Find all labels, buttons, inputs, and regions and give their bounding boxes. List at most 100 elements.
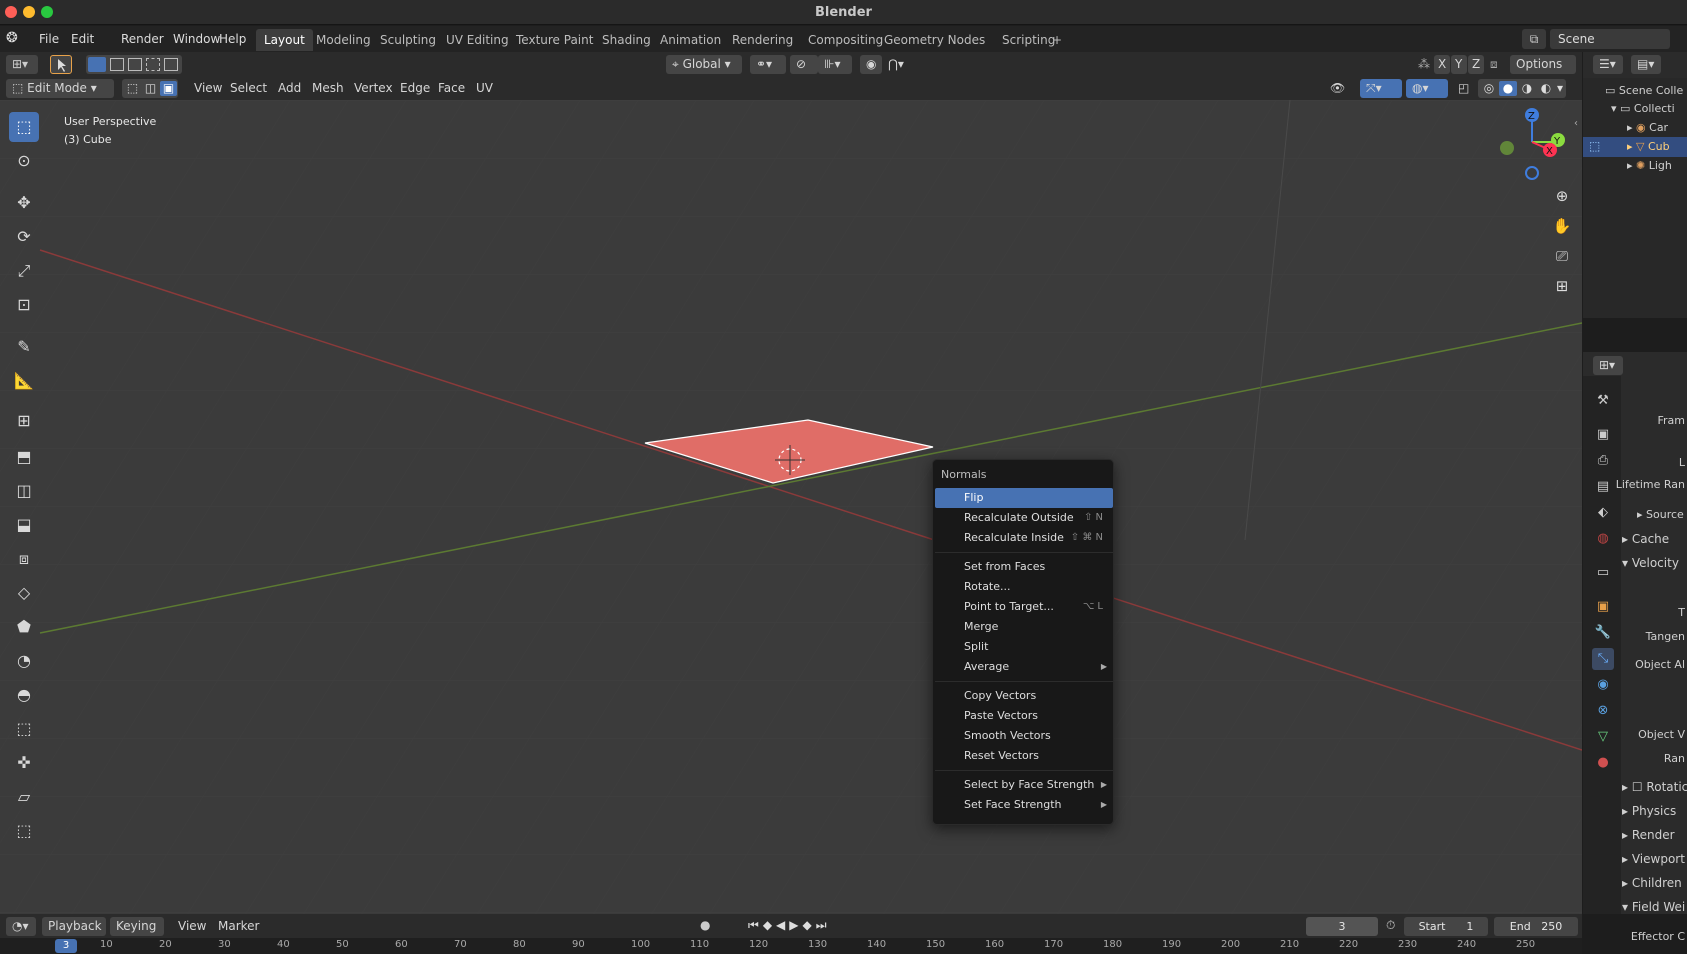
current-frame-field[interactable]: 3 [1306,917,1378,936]
bevel-tool-icon[interactable]: ⬓ [9,510,39,540]
prop-physics[interactable]: ▸ Physics [1622,804,1676,818]
menu-item-flip[interactable]: Flip [935,488,1113,508]
record-icon[interactable]: ● [700,918,714,934]
play-reverse-icon[interactable]: ◀ [776,918,789,932]
playhead[interactable]: 3 [55,939,77,953]
butterfly-icon[interactable]: ⁂ [1418,55,1432,74]
menu-mesh[interactable]: Mesh [306,79,350,98]
select-new-icon[interactable] [88,57,106,72]
menu-edit[interactable]: Edit [66,29,99,49]
menu-edge[interactable]: Edge [394,79,436,98]
menu-playback[interactable]: Playback ▾ [42,917,106,952]
menu-item-recalculate-outside[interactable]: Recalculate Outside ⇧ N [935,508,1113,528]
overlays-toggle-icon[interactable]: ◍▾ [1406,79,1448,98]
menu-item-point-to-target[interactable]: Point to Target... ⌥ L [935,597,1113,617]
scale-tool-icon[interactable]: ⤢ [9,256,39,286]
visibility-dropdown[interactable]: 👁▾ [1324,79,1356,114]
xray-toggle-icon[interactable]: ◰ [1452,79,1474,98]
knife-tool-icon[interactable]: ◇ [9,578,39,608]
menu-item-smooth-vectors[interactable]: Smooth Vectors [935,726,1113,746]
collection-item[interactable]: ▾ ▭ Collecti [1611,102,1675,115]
menu-item-average[interactable]: Average ▶ [935,657,1113,677]
smooth-tool-icon[interactable]: ◓ [9,680,39,710]
shear-tool-icon[interactable]: ▱ [9,782,39,812]
data-tab-icon[interactable]: ▽ [1592,726,1614,748]
menu-render[interactable]: Render [116,29,169,49]
transform-tool-icon[interactable]: ⊡ [9,290,39,320]
rip-tool-icon[interactable]: ⬚ [9,816,39,846]
output-tab-icon[interactable]: ⎙ [1592,450,1614,472]
tab-texture-paint[interactable]: Texture Paint [508,29,601,51]
selection-mode-group[interactable] [86,55,182,74]
pan-hand-icon[interactable]: ✋ [1550,214,1574,238]
timer-icon[interactable]: ⏱ [1386,918,1402,934]
select-subtract-icon[interactable] [128,58,142,71]
world-tab-icon[interactable]: ◍ [1592,528,1614,550]
menu-item-reset-vectors[interactable]: Reset Vectors [935,746,1113,766]
transform-orientation-dropdown[interactable]: ⌖ Global ▾ [666,55,742,74]
next-keyframe-icon[interactable]: ◆ [803,918,816,932]
select-invert-icon[interactable] [146,58,160,71]
gizmo-toggle-icon[interactable]: ⤧▾ [1360,79,1402,98]
zoom-icon[interactable]: ⊕ [1550,184,1574,208]
menu-item-paste-vectors[interactable]: Paste Vectors [935,706,1113,726]
snap-toggle-icon[interactable]: ⊘ [790,55,818,74]
menu-item-select-by-face-strength[interactable]: Select by Face Strength ▶ [935,775,1113,795]
measure-tool-icon[interactable]: 📐 [9,366,39,396]
mirror-x-toggle[interactable]: X [1434,55,1450,74]
outliner-display-mode-icon[interactable]: ▤▾ [1631,55,1661,74]
menu-uv[interactable]: UV [470,79,499,98]
select-tool-icon[interactable] [50,55,72,74]
inset-tool-icon[interactable]: ◫ [9,476,39,506]
mirror-y-toggle[interactable]: Y [1451,55,1467,74]
prev-keyframe-icon[interactable]: ◆ [763,918,776,932]
sidebar-toggle-icon[interactable]: ‹ [1574,118,1582,132]
prop-viewport[interactable]: ▸ Viewport [1622,852,1685,866]
face-select-icon[interactable]: ▣ [160,81,177,96]
menu-select[interactable]: Select [224,79,273,98]
cube-item[interactable]: ▸ ▽ Cub [1627,140,1670,153]
select-intersect-icon[interactable] [164,58,178,71]
add-cube-tool-icon[interactable]: ⊞ [9,406,39,436]
wireframe-shading-icon[interactable]: ◎ [1480,81,1498,96]
solid-shading-icon[interactable]: ● [1499,81,1517,96]
proportional-edit-icon[interactable]: ◉ [860,55,882,74]
tab-animation[interactable]: Animation [652,29,729,51]
tab-sculpting[interactable]: Sculpting [372,29,444,51]
material-tab-icon[interactable]: ● [1592,752,1614,774]
options-dropdown[interactable]: Options ▾ [1510,55,1576,90]
move-tool-icon[interactable]: ✥ [9,188,39,218]
collection-tab-icon[interactable]: ▭ [1592,562,1614,584]
menu-file[interactable]: File [34,29,64,49]
3d-viewport[interactable]: Z Y X ⊕ ✋ ⎚ ⊞ ‹ [0,100,1582,914]
start-frame-field[interactable]: Start 1 [1404,917,1488,936]
edit-mode-indicator-icon[interactable]: ⬚ [1589,139,1603,155]
vertex-select-icon[interactable]: ⬚ [124,81,141,96]
menu-item-rotate[interactable]: Rotate... [935,577,1113,597]
camera-item[interactable]: ▸ ◉ Car [1627,121,1668,134]
menu-item-merge[interactable]: Merge [935,617,1113,637]
mirror-z-toggle[interactable]: Z [1468,55,1484,74]
falloff-icon[interactable]: ⋂▾ [882,55,912,74]
menu-keying[interactable]: Keying ▾ [110,917,164,952]
tab-modeling[interactable]: Modeling [308,29,379,51]
tab-geometry-nodes[interactable]: Geometry Nodes [876,29,993,51]
mode-dropdown[interactable]: ⬚ Edit Mode ▾ [6,79,114,98]
jump-start-icon[interactable]: ⏮ [748,918,763,932]
properties-editor-type-icon[interactable]: ⊞▾ [1593,356,1623,375]
spin-tool-icon[interactable]: ◔ [9,646,39,676]
outliner-editor-type-icon[interactable]: ☰▾ [1593,55,1623,74]
edge-select-icon[interactable]: ◫ [142,81,159,96]
pivot-point-dropdown[interactable]: ⚭▾ [750,55,786,74]
tab-rendering[interactable]: Rendering [724,29,801,51]
cursor-tool-icon[interactable]: ⊙ [9,146,39,176]
add-workspace-button[interactable]: + [1044,29,1070,51]
light-item[interactable]: ▸ ✺ Ligh [1627,159,1672,172]
menu-add[interactable]: Add [272,79,307,98]
tool-tab-icon[interactable]: ⚒ [1592,390,1614,412]
scene-name-field[interactable]: Scene [1550,29,1670,49]
object-tab-icon[interactable]: ▣ [1592,596,1614,618]
jump-end-icon[interactable]: ⏭ [816,918,831,932]
extrude-tool-icon[interactable]: ⬒ [9,442,39,472]
scene-tab-icon[interactable]: ⬖ [1592,502,1614,524]
